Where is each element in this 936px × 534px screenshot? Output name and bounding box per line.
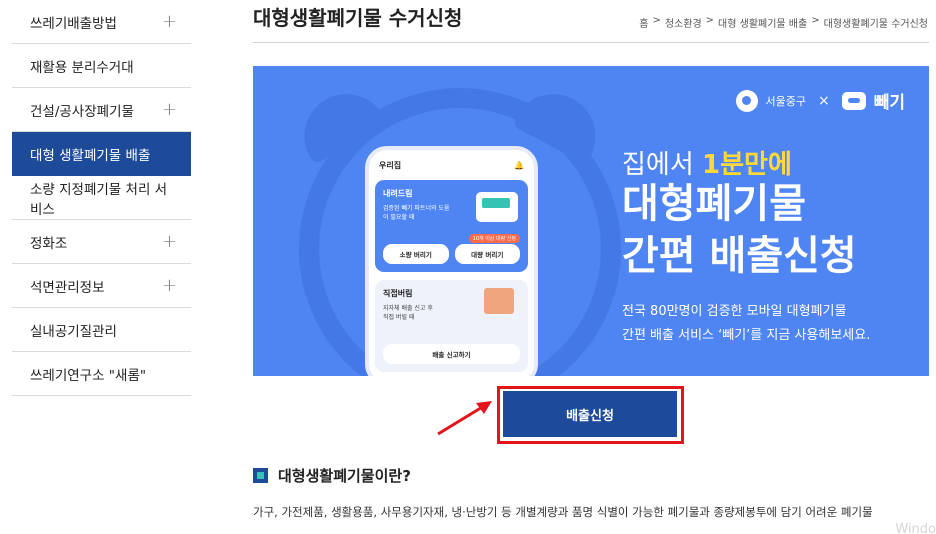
banner-headline-1: 집에서 1분만에 [622, 144, 792, 181]
breadcrumb: 홈 > 청소환경 > 대형 생활폐기물 배출 > 대형생활폐기물 수거신청 [639, 15, 928, 30]
section-title: 대형생활폐기물이란? [278, 467, 411, 485]
sidebar-item-label: 실내공기질관리 [30, 323, 117, 340]
breadcrumb-separator: > [811, 15, 820, 26]
sidebar-item-bulky-waste[interactable]: 대형 생활폐기물 배출 [12, 132, 191, 176]
breadcrumb-bulky[interactable]: 대형 생활폐기물 배출 [718, 15, 807, 30]
breadcrumb-cleaning[interactable]: 청소환경 [665, 15, 702, 30]
sidebar-item-label: 대형 생활폐기물 배출 [30, 147, 151, 164]
sidebar-item-recycling-station[interactable]: 재활용 분리수거대 [12, 44, 191, 88]
section-heading: 대형생활폐기물이란? [253, 465, 411, 486]
bulk-dispose-button: 대량 버리기 [454, 244, 520, 264]
sidebar-item-label: 석면관리정보 [30, 279, 105, 296]
section-body: 가구, 가전제품, 생활용품, 사무용기자재, 냉·난방기 등 개별계량과 품명… [253, 505, 873, 519]
truck-icon [476, 192, 518, 222]
subtext-line-2: 간편 배출 서비스 ‘빼기’를 지금 사용해보세요. [622, 328, 871, 344]
sidebar-item-asbestos[interactable]: 석면관리정보 + [12, 264, 191, 308]
card-tag: 10개 이상 대량 신청 [468, 234, 520, 243]
breadcrumb-separator: > [705, 15, 715, 26]
phone-card-self: 직접버림 지자체 배출 신고 후 직접 버릴 때 배출 신고하기 [375, 280, 528, 372]
sidebar-item-waste-lab[interactable]: 쓰레기연구소 "새롬" [12, 352, 191, 396]
bell-icon: 🔔 [514, 160, 524, 170]
red-arrow-icon [437, 401, 492, 436]
small-dispose-button: 소량 버리기 [383, 244, 449, 264]
sidebar-item-label: 쓰레기배출방법 [30, 15, 117, 32]
ppaegi-label: 빼기 [873, 93, 905, 113]
partner-logos: 서울중구 × 빼기 [735, 88, 905, 113]
seoul-junggu-label: 서울중구 [765, 94, 806, 108]
phone-card-pickup: 내려드림 검증된 빼기 파트너의 도움이 필요할 때 10개 이상 대량 신청 … [375, 180, 528, 272]
breadcrumb-home[interactable]: 홈 [639, 15, 648, 30]
promo-banner: 서울중구 × 빼기 집에서 1분만에 대형폐기물 간편 배출신청 전국 80만명… [253, 66, 929, 376]
seoul-junggu-logo-icon [735, 89, 758, 112]
os-watermark: Windo [895, 522, 936, 534]
phone-mockup: 우리집 🔔 내려드림 검증된 빼기 파트너의 도움이 필요할 때 10개 이상 … [365, 146, 538, 376]
apply-button[interactable]: 배출신청 [503, 391, 677, 437]
headline-highlight: 1분만에 [702, 150, 792, 180]
collab-x: × [817, 92, 830, 109]
breadcrumb-separator: > [652, 15, 661, 26]
sidebar-item-septic-tank[interactable]: 정화조 + [12, 220, 191, 264]
headline-prefix: 집에서 [622, 150, 703, 180]
plus-icon[interactable]: + [162, 232, 177, 251]
banner-headline-2: 대형폐기물 간편 배출신청 [622, 178, 857, 282]
sidebar-item-indoor-air[interactable]: 실내공기질관리 [12, 308, 191, 352]
sidebar-item-label: 쓰레기연구소 "새롬" [30, 367, 147, 384]
report-button: 배출 신고하기 [383, 344, 520, 364]
sidebar-item-designated-waste[interactable]: 소량 지정폐기물 처리 서비스 [12, 176, 191, 220]
card-buttons: 소량 버리기 대량 버리기 [383, 244, 520, 264]
sidebar-item-waste-disposal[interactable]: 쓰레기배출방법 + [12, 0, 191, 44]
card-desc: 검증된 빼기 파트너의 도움이 필요할 때 [383, 205, 450, 221]
box-icon [484, 288, 514, 314]
sidebar-item-label: 건설/공사장폐기물 [30, 103, 134, 120]
headline-line-3: 간편 배출신청 [622, 233, 857, 279]
page-title: 대형생활폐기물 수거신청 [253, 6, 463, 30]
subtext-line-1: 전국 80만명이 검증한 모바일 대형폐기물 [622, 304, 847, 319]
phone-header: 우리집 🔔 [369, 150, 534, 180]
ppaegi-logo-icon [841, 91, 866, 110]
title-divider [253, 42, 929, 43]
card-desc-line: 직접 버릴 때 [383, 314, 415, 321]
breadcrumb-current: 대형생활폐기물 수거신청 [823, 19, 928, 30]
plus-icon[interactable]: + [162, 100, 177, 119]
sidebar-item-label: 정화조 [30, 235, 68, 252]
square-bullet-icon [253, 468, 268, 483]
sidebar-item-label: 소량 지정폐기물 처리 서비스 [30, 181, 168, 218]
sidebar-nav: 쓰레기배출방법 + 재활용 분리수거대 건설/공사장폐기물 + 대형 생활폐기물… [12, 0, 191, 396]
banner-subtext: 전국 80만명이 검증한 모바일 대형폐기물 간편 배출 서비스 ‘빼기’를 지… [622, 300, 870, 348]
sidebar-item-label: 재활용 분리수거대 [30, 59, 134, 76]
plus-icon[interactable]: + [162, 12, 177, 31]
plus-icon[interactable]: + [162, 276, 177, 295]
sidebar-item-construction-waste[interactable]: 건설/공사장폐기물 + [12, 88, 191, 132]
headline-line-2: 대형폐기물 [622, 181, 806, 227]
phone-header-label: 우리집 [379, 160, 402, 170]
